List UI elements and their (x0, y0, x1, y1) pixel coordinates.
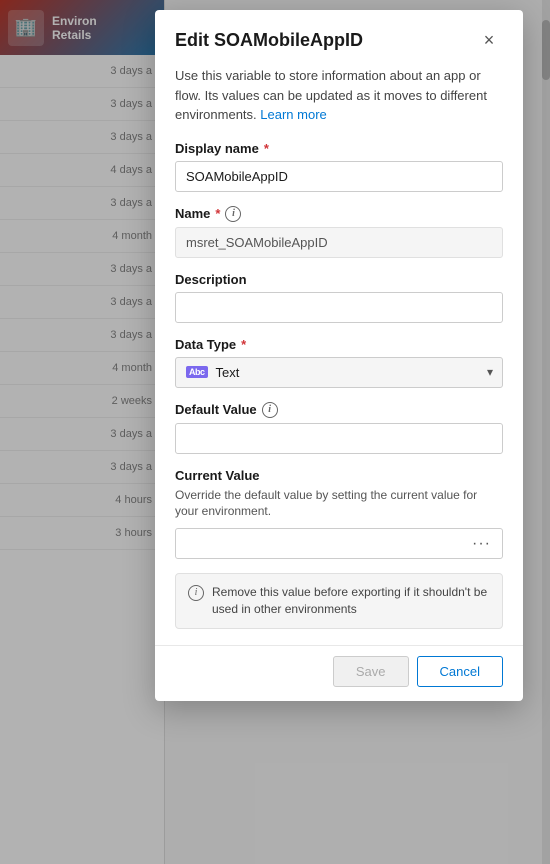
save-button[interactable]: Save (333, 656, 409, 687)
learn-more-link[interactable]: Learn more (260, 107, 326, 122)
current-value-section-sublabel: Override the default value by setting th… (175, 487, 503, 521)
notice-text: Remove this value before exporting if it… (212, 584, 490, 618)
cancel-button[interactable]: Cancel (417, 656, 503, 687)
description-label: Description (175, 272, 503, 287)
required-star: * (264, 141, 269, 156)
current-value-wrapper: ··· (175, 528, 503, 559)
edit-variable-modal: Edit SOAMobileAppID × Use this variable … (155, 10, 523, 701)
data-type-label: Data Type * (175, 337, 503, 352)
default-value-group: Default Value i (175, 402, 503, 454)
display-name-label: Display name * (175, 141, 503, 156)
name-group: Name * i msret_SOAMobileAppID (175, 206, 503, 258)
name-info-icon[interactable]: i (225, 206, 241, 222)
data-type-value: Text (216, 365, 240, 380)
text-type-icon: Abc (186, 366, 208, 378)
data-type-group: Data Type * Abc Text ▾ (175, 337, 503, 388)
description-input[interactable] (175, 292, 503, 323)
ellipsis-button[interactable]: ··· (468, 533, 495, 555)
default-value-label: Default Value i (175, 402, 503, 418)
name-readonly-field: msret_SOAMobileAppID (175, 227, 503, 258)
data-type-select[interactable]: Abc Text (175, 357, 503, 388)
current-value-section-label: Current Value (175, 468, 503, 483)
current-value-input[interactable] (175, 528, 503, 559)
name-label: Name * i (175, 206, 503, 222)
notice-info-icon: i (188, 585, 204, 601)
display-name-group: Display name * (175, 141, 503, 192)
required-star: * (241, 337, 246, 352)
data-type-select-wrapper: Abc Text ▾ (175, 357, 503, 388)
modal-body: Use this variable to store information a… (155, 66, 523, 645)
current-value-group: Current Value Override the default value… (175, 468, 503, 560)
default-value-input[interactable] (175, 423, 503, 454)
description-group: Description (175, 272, 503, 323)
default-value-info-icon[interactable]: i (262, 402, 278, 418)
modal-header: Edit SOAMobileAppID × (155, 10, 523, 66)
required-star: * (215, 206, 220, 221)
modal-description: Use this variable to store information a… (175, 66, 503, 125)
close-button[interactable]: × (475, 26, 503, 54)
modal-footer: Save Cancel (155, 645, 523, 701)
export-notice: i Remove this value before exporting if … (175, 573, 503, 629)
modal-title: Edit SOAMobileAppID (175, 30, 363, 51)
display-name-input[interactable] (175, 161, 503, 192)
